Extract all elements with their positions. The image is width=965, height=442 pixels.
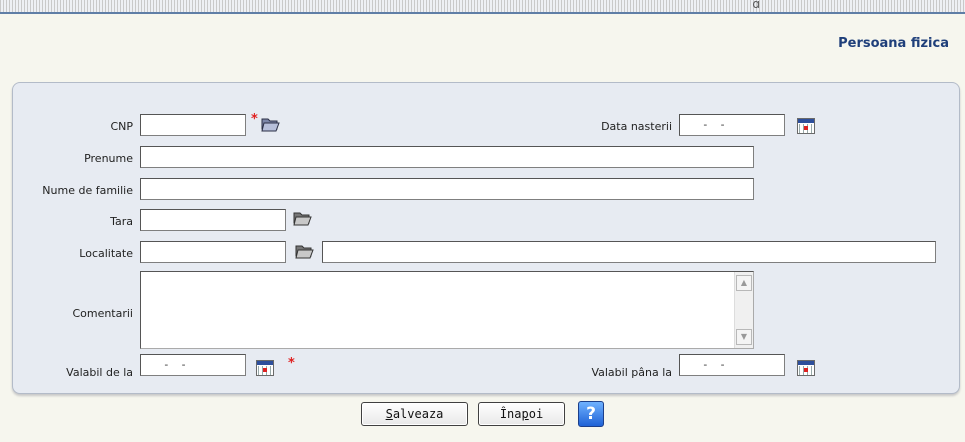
- save-button[interactable]: Salveaza: [361, 402, 468, 426]
- valid-from-label: Valabil de la: [66, 366, 133, 379]
- country-input[interactable]: [140, 209, 286, 231]
- back-label-start: Îna: [499, 407, 522, 421]
- valid-to-calendar-icon[interactable]: [797, 360, 815, 376]
- comments-textarea[interactable]: ▲ ▼: [140, 271, 754, 349]
- header-cut-text: g: [752, 0, 760, 8]
- scroll-down-icon[interactable]: ▼: [736, 329, 752, 345]
- last-name-input[interactable]: [140, 178, 754, 200]
- valid-from-input[interactable]: - -: [140, 354, 246, 376]
- comments-scrollbar[interactable]: ▲ ▼: [734, 272, 753, 348]
- back-label-end: oi: [528, 407, 544, 421]
- valid-from-calendar-icon[interactable]: [256, 360, 274, 376]
- last-name-label: Nume de familie: [42, 184, 133, 197]
- back-hotkey: p: [521, 407, 529, 421]
- country-lookup-icon[interactable]: [292, 209, 312, 227]
- cnp-label: CNP: [110, 120, 133, 133]
- locality-lookup-icon[interactable]: [294, 242, 314, 260]
- locality-label: Localitate: [79, 247, 133, 260]
- birth-date-label: Data nasterii: [601, 120, 672, 133]
- cnp-lookup-icon[interactable]: [260, 115, 280, 133]
- first-name-label: Prenume: [84, 152, 133, 165]
- birth-date-calendar-icon[interactable]: [797, 118, 815, 134]
- comments-label: Comentarii: [72, 307, 133, 320]
- valid-to-label: Valabil pâna la: [591, 366, 672, 379]
- top-border-bar: [0, 0, 965, 14]
- back-button[interactable]: Înapoi: [478, 402, 565, 426]
- valid-to-input[interactable]: - -: [679, 354, 785, 376]
- help-icon[interactable]: ?: [578, 401, 604, 427]
- cnp-required-mark: *: [251, 112, 258, 127]
- country-label: Tara: [110, 215, 133, 228]
- scroll-up-icon[interactable]: ▲: [736, 275, 752, 291]
- cnp-input[interactable]: [140, 114, 246, 136]
- first-name-input[interactable]: [140, 146, 754, 168]
- save-label: alveaza: [392, 407, 444, 421]
- valid-from-required-mark: *: [288, 356, 295, 371]
- birth-date-input[interactable]: - -: [679, 114, 785, 136]
- locality-input[interactable]: [140, 241, 286, 263]
- comments-text: [141, 272, 753, 278]
- locality-detail-input[interactable]: [322, 241, 936, 263]
- save-hotkey: S: [385, 407, 393, 421]
- page-title: Persoana fizica: [838, 36, 949, 51]
